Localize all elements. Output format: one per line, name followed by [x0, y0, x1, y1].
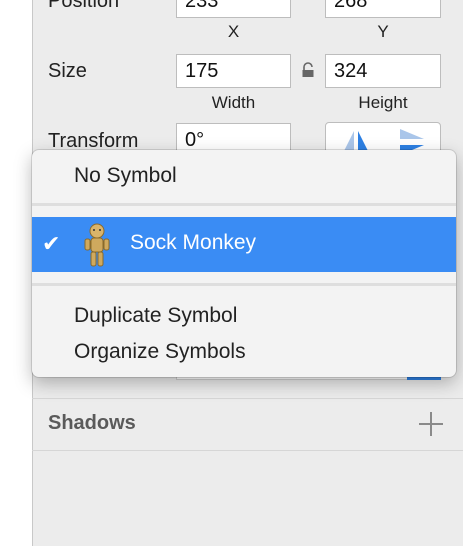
divider	[32, 398, 463, 399]
position-x-field[interactable]: 233	[176, 0, 291, 18]
menu-item-organize-symbols[interactable]: Organize Symbols	[74, 340, 246, 364]
divider	[32, 450, 463, 451]
height-field[interactable]: 324	[325, 54, 441, 88]
menu-item-no-symbol[interactable]: No Symbol	[74, 164, 177, 188]
height-caption: Height	[358, 93, 408, 112]
symbol-popup-menu: No Symbol ✔ Sock Monkey Duplicate Symbol…	[32, 150, 456, 377]
lock-icon[interactable]	[301, 62, 315, 78]
size-label: Size	[48, 60, 87, 82]
y-caption: Y	[377, 22, 389, 41]
width-field[interactable]: 175	[176, 54, 291, 88]
checkmark-icon: ✔	[42, 231, 61, 256]
menu-item-sock-monkey[interactable]: ✔ Sock Monkey	[32, 217, 456, 272]
x-caption: X	[227, 22, 240, 41]
menu-item-duplicate-symbol[interactable]: Duplicate Symbol	[74, 304, 237, 328]
width-caption: Width	[211, 93, 256, 112]
shadows-section-title: Shadows	[48, 412, 136, 434]
sock-monkey-icon	[84, 223, 110, 267]
menu-item-label: Sock Monkey	[130, 231, 257, 254]
menu-separator	[32, 283, 456, 286]
position-y-field[interactable]: 268	[325, 0, 441, 18]
position-label: Position	[48, 0, 120, 12]
menu-separator	[32, 203, 456, 206]
add-shadow-plus-icon[interactable]	[419, 412, 443, 436]
